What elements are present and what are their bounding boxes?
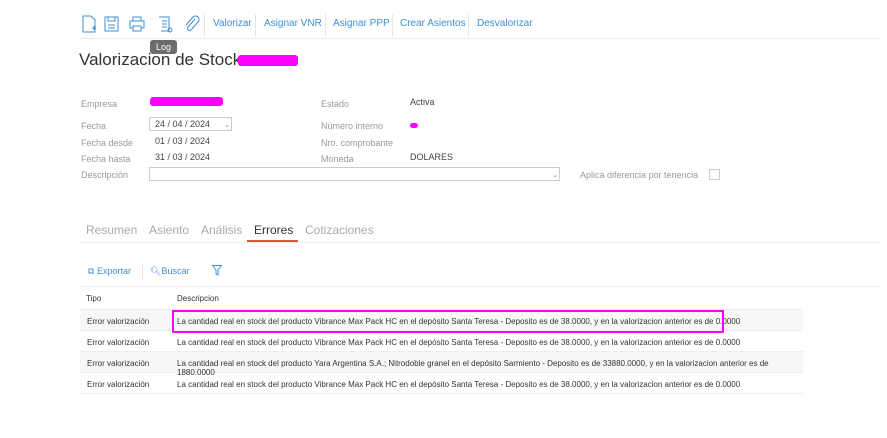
desvalorizar-button[interactable]: Desvalorizar [477,18,533,29]
tab-asiento[interactable]: Asiento [149,223,189,237]
column-header-tipo: Tipo [86,294,102,303]
tab-resumen[interactable]: Resumen [86,223,137,237]
asignar-vnr-button[interactable]: Asignar VNR [264,18,322,29]
crear-asientos-button[interactable]: Crear Asientos [400,18,466,29]
tab-cotizaciones[interactable]: Cotizaciones [305,223,374,237]
highlight-box [172,310,724,333]
fecha-hasta-value: 31 / 03 / 2024 [155,152,211,162]
aplica-diferencia-checkbox[interactable] [709,169,720,180]
divider [204,14,205,36]
fecha-desde-label: Fecha desde [81,138,134,148]
empresa-value-redacted [150,97,223,106]
estado-label: Estado [321,99,350,109]
tab-errores[interactable]: Errores [254,223,293,237]
fecha-desde-value: 01 / 03 / 2024 [155,136,211,146]
numero-interno-redacted [410,123,418,128]
chevron-down-icon[interactable]: ⌄ [552,171,558,179]
attachment-icon[interactable] [182,14,200,34]
search-button[interactable]: 🔍︎Buscar [150,266,189,277]
descripcion-input[interactable]: ⌄ [149,167,560,181]
export-icon: ⧉ [88,266,95,276]
fecha-label: Fecha [81,121,107,131]
divider [325,14,326,36]
tabs-divider [80,242,880,243]
grid-divider [80,286,880,287]
aplica-diferencia-label: Aplica diferencia por tenencia [580,170,699,180]
descripcion-label: Descripción [81,170,129,180]
save-icon[interactable] [102,14,120,34]
print-icon[interactable] [128,14,146,34]
table-row[interactable]: Error valorización La cantidad real en st… [80,373,803,394]
fecha-input[interactable]: 24 / 04 / 2024 ⌄ [149,117,232,131]
divider [255,14,256,36]
tab-analisis[interactable]: Análisis [201,223,242,237]
numero-interno-label: Número interno [321,121,384,131]
filter-icon[interactable] [212,265,222,276]
log-tooltip: Log [150,40,178,54]
estado-value: Activa [410,97,435,107]
divider [468,14,469,36]
fecha-hasta-label: Fecha hasta [81,154,131,164]
moneda-value: DOLARES [410,152,454,162]
table-row[interactable]: Error valorización La cantidad real en st… [80,331,803,352]
valorizar-button[interactable]: Valorizar [213,18,252,29]
divider [392,14,393,36]
moneda-label: Moneda [321,154,354,164]
table-row[interactable]: Error valorización La cantidad real en st… [80,352,803,377]
redacted-title-suffix [238,55,298,66]
new-document-icon[interactable] [80,14,98,34]
toolbar-divider [80,38,880,39]
nro-comprobante-label: Nro. comprobante [321,138,394,148]
chevron-down-icon[interactable]: ⌄ [224,121,230,129]
export-button[interactable]: ⧉ Exportar [88,266,131,277]
fecha-value: 24 / 04 / 2024 [155,119,211,129]
log-icon[interactable] [156,14,174,34]
divider [142,263,143,279]
column-header-descripcion: Descripcion [177,294,219,303]
empresa-label: Empresa [81,99,118,109]
search-icon: 🔍︎ [150,266,162,276]
asignar-ppp-button[interactable]: Asignar PPP [333,18,390,29]
